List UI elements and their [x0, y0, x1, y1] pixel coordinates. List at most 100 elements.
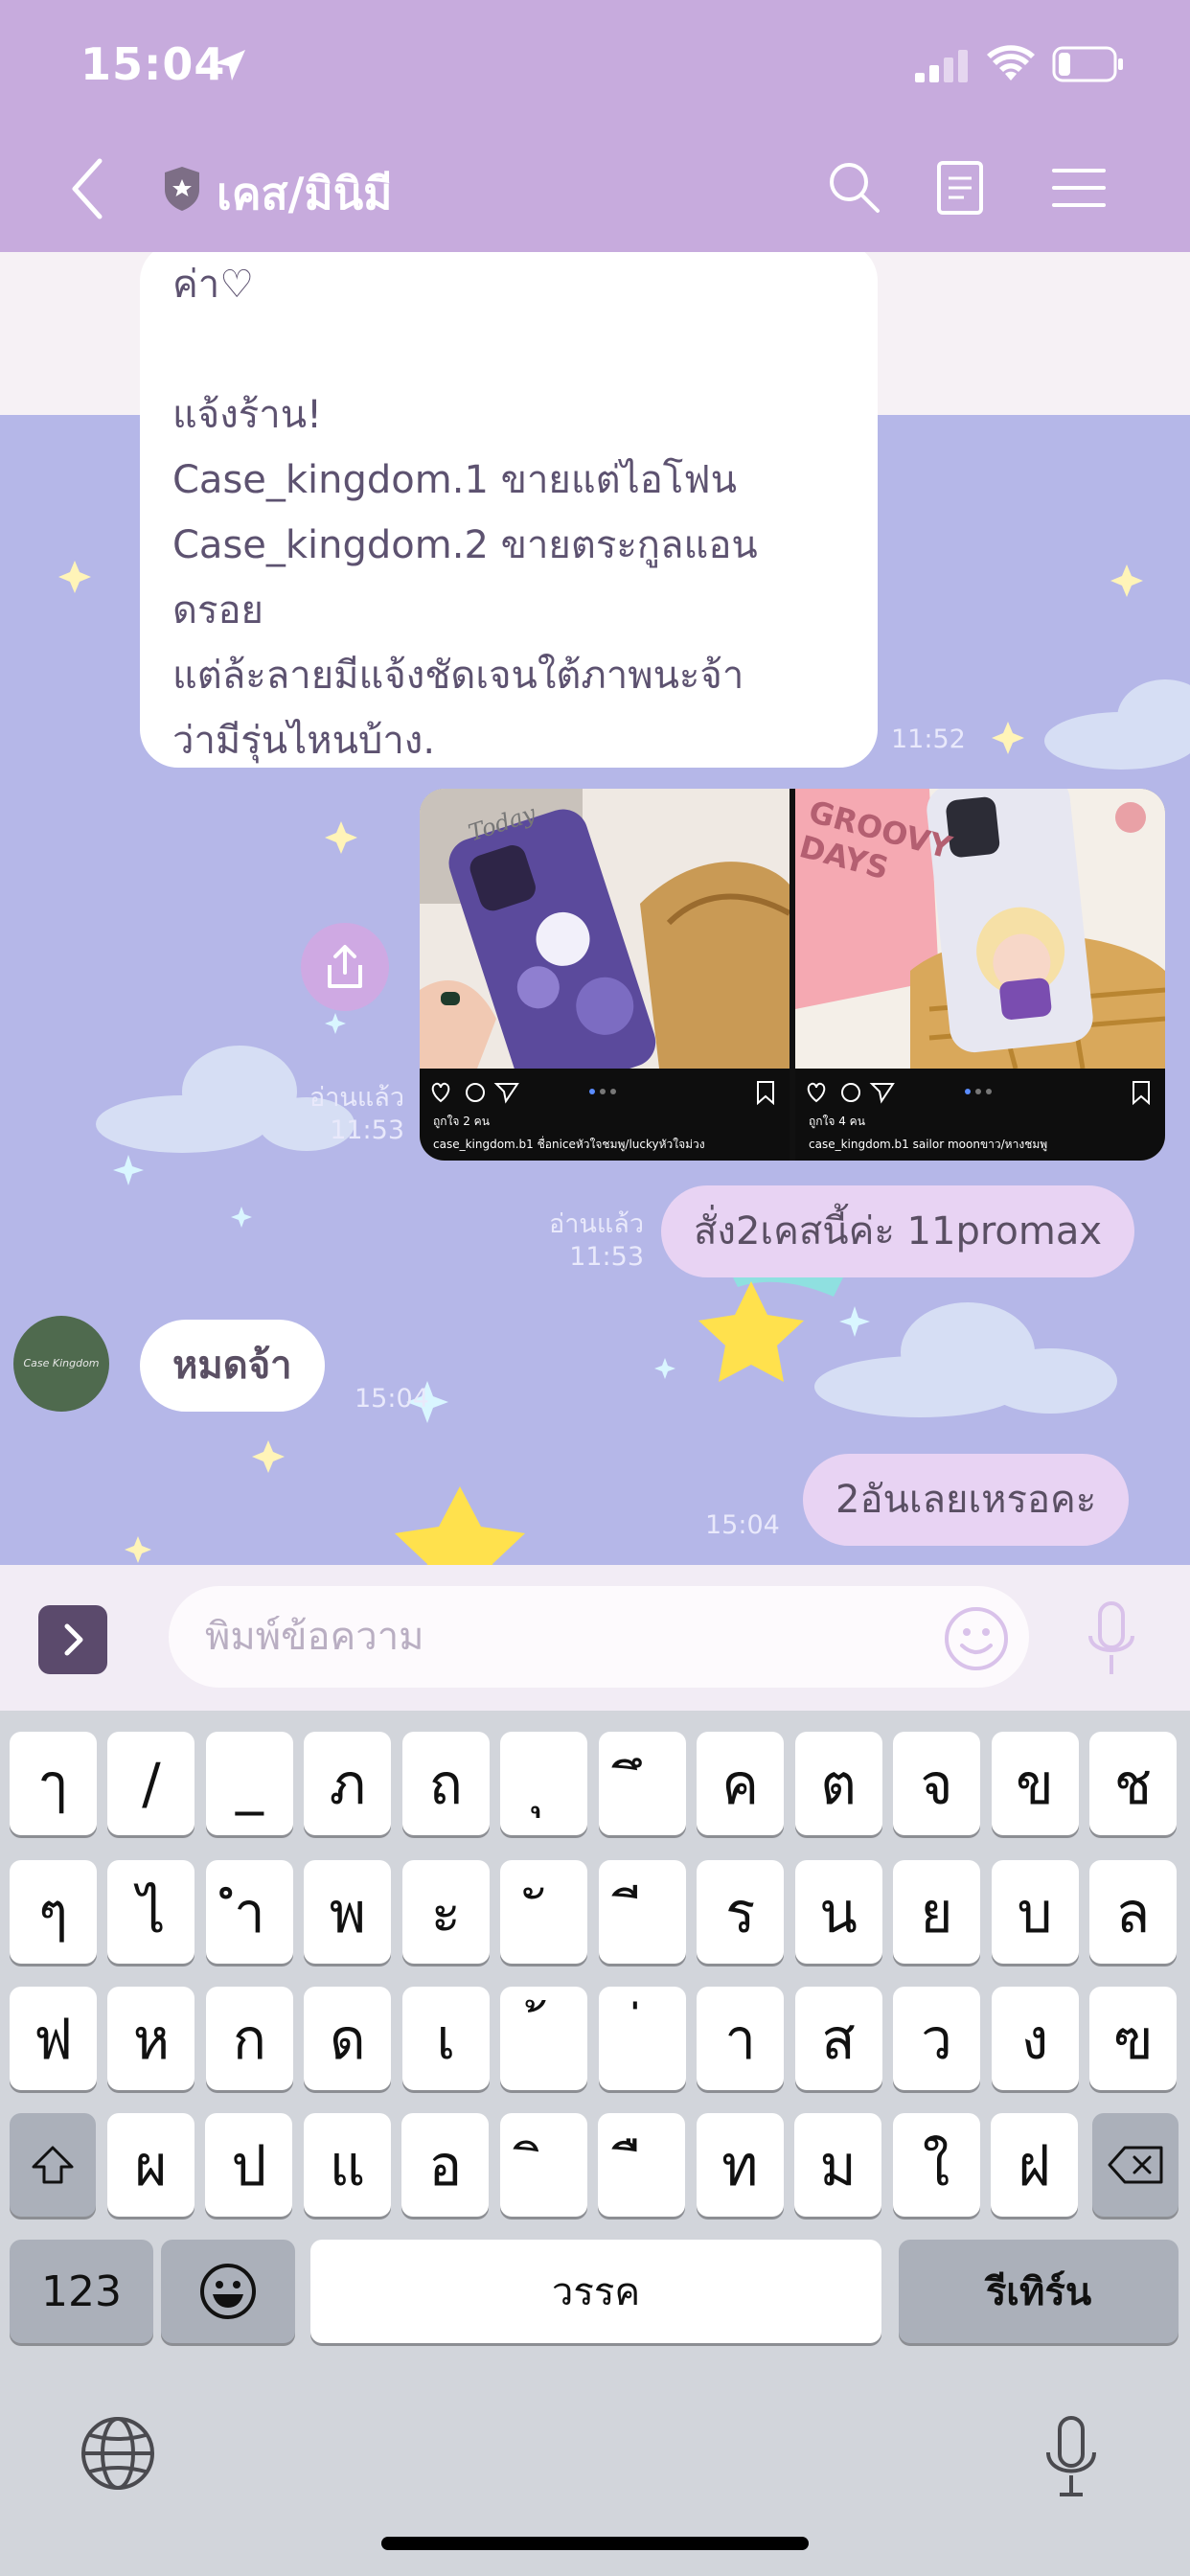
- instagram-actions-icon: [807, 1082, 895, 1104]
- incoming-message-text: ค่า♡ แจ้งร้าน! Case_kingdom.1 ขายแต่ไอโฟ…: [172, 263, 758, 763]
- key-row2-3[interactable]: พ: [304, 1860, 392, 1964]
- key-row4-6[interactable]: ท: [696, 2113, 784, 2217]
- status-time: 15:04: [80, 38, 226, 90]
- key-row1-4[interactable]: ถ: [401, 1732, 490, 1835]
- key-row2-8[interactable]: น: [794, 1860, 882, 1964]
- key-row2-1[interactable]: ไ: [107, 1860, 195, 1964]
- key-row3-7[interactable]: า: [697, 1987, 785, 2090]
- incoming-message-time: 11:52: [891, 724, 966, 754]
- shift-key[interactable]: [10, 2113, 96, 2217]
- return-key[interactable]: รีเทิร์น: [899, 2240, 1179, 2343]
- outgoing-1-read-receipt: อ่านแล้ว 11:53: [549, 1209, 644, 1272]
- carousel-dots-icon: [589, 1089, 616, 1094]
- share-icon: [328, 945, 362, 988]
- thai-keyboard: 123 วรรค รีเทิร์น ๅ/_ภถุึคตจขชๆไำพะัีรนย…: [0, 1711, 1190, 2576]
- outgoing-message-bubble[interactable]: สั่ง2เคสนี้ค่ะ 11promax: [661, 1185, 1135, 1277]
- key-row1-1[interactable]: /: [107, 1732, 195, 1835]
- case-photo-1[interactable]: Today ถูกใจ 2 คน case_kingdom.b1 ชื่อnic…: [420, 789, 790, 1161]
- menu-icon[interactable]: [1050, 159, 1108, 217]
- outgoing-2-time: 15:04: [705, 1510, 780, 1540]
- key-row4-4[interactable]: ิ: [499, 2113, 587, 2217]
- photo-1-likes: ถูกใจ 2 คน: [433, 1115, 490, 1128]
- dictation-mic-icon[interactable]: [1042, 2414, 1100, 2500]
- key-row4-7[interactable]: ม: [794, 2113, 882, 2217]
- key-row1-7[interactable]: ค: [697, 1732, 785, 1835]
- key-row2-11[interactable]: ล: [1088, 1860, 1177, 1964]
- key-row4-2[interactable]: แ: [303, 2113, 391, 2217]
- globe-icon[interactable]: [79, 2414, 157, 2493]
- instagram-actions-icon: [431, 1082, 519, 1104]
- key-row1-0[interactable]: ๅ: [10, 1732, 97, 1835]
- chat-area[interactable]: ค่า♡ แจ้งร้าน! Case_kingdom.1 ขายแต่ไอโฟ…: [0, 252, 1190, 1565]
- bookmark-icon: [757, 1081, 774, 1105]
- key-row2-10[interactable]: บ: [991, 1860, 1079, 1964]
- carousel-dots-icon: [965, 1089, 992, 1094]
- microphone-icon[interactable]: [1085, 1599, 1138, 1680]
- key-row2-6[interactable]: ี: [598, 1860, 686, 1964]
- avatar[interactable]: Case Kingdom: [13, 1316, 109, 1412]
- share-button[interactable]: [301, 923, 389, 1011]
- key-row2-7[interactable]: ร: [697, 1860, 785, 1964]
- case-photo-2[interactable]: GROOVY DAYS ถูกใจ 4 คน case_kingdom.b1 s…: [795, 789, 1165, 1161]
- key-row3-5[interactable]: ้: [500, 1987, 588, 2090]
- incoming-message-bubble-2[interactable]: หมดจ้า: [140, 1320, 325, 1412]
- key-row2-0[interactable]: ๆ: [10, 1860, 97, 1964]
- back-button[interactable]: [63, 155, 111, 222]
- bookmark-icon: [1133, 1081, 1150, 1105]
- photo-2-caption: case_kingdom.b1 sailor moonขาว/หางชมพู: [809, 1138, 1048, 1151]
- key-row1-6[interactable]: ึ: [598, 1732, 686, 1835]
- key-row1-2[interactable]: _: [205, 1732, 293, 1835]
- space-key[interactable]: วรรค: [310, 2240, 881, 2343]
- key-row3-6[interactable]: ่: [598, 1987, 686, 2090]
- key-row3-4[interactable]: เ: [401, 1987, 490, 2090]
- key-row1-3[interactable]: ภ: [304, 1732, 392, 1835]
- key-row3-9[interactable]: ว: [893, 1987, 981, 2090]
- key-row3-3[interactable]: ด: [304, 1987, 392, 2090]
- chat-header: 15:04 เคส/มินิมี: [0, 0, 1190, 252]
- message-input[interactable]: [169, 1586, 1029, 1688]
- key-row3-2[interactable]: ก: [205, 1987, 293, 2090]
- backspace-key[interactable]: [1092, 2113, 1179, 2217]
- photo-read-receipt: อ่านแล้ว 11:53: [309, 1083, 404, 1145]
- key-row1-9[interactable]: จ: [893, 1732, 981, 1835]
- chevron-right-icon: [64, 1623, 83, 1656]
- key-row2-4[interactable]: ะ: [401, 1860, 490, 1964]
- key-row4-8[interactable]: ใ: [892, 2113, 980, 2217]
- key-row3-0[interactable]: ฟ: [10, 1987, 97, 2090]
- battery-icon: [1052, 46, 1123, 82]
- key-row1-5[interactable]: ุ: [500, 1732, 588, 1835]
- emoji-icon[interactable]: [943, 1605, 1010, 1672]
- key-row4-0[interactable]: ผ: [107, 2113, 195, 2217]
- key-row2-2[interactable]: ำ: [205, 1860, 293, 1964]
- key-row1-11[interactable]: ช: [1088, 1732, 1177, 1835]
- key-row3-11[interactable]: ฃ: [1088, 1987, 1177, 2090]
- search-icon[interactable]: [826, 159, 883, 217]
- key-row4-1[interactable]: ป: [205, 2113, 293, 2217]
- wifi-icon: [987, 45, 1035, 80]
- photo-message[interactable]: Today ถูกใจ 2 คน case_kingdom.b1 ชื่อnic…: [420, 789, 1165, 1161]
- key-row3-1[interactable]: ห: [107, 1987, 195, 2090]
- key-row3-8[interactable]: ส: [794, 1987, 882, 2090]
- incoming-2-time: 15:04: [355, 1384, 429, 1414]
- home-indicator: [381, 2537, 809, 2550]
- key-row3-10[interactable]: ง: [991, 1987, 1079, 2090]
- notes-icon[interactable]: [931, 159, 989, 217]
- key-row4-3[interactable]: อ: [401, 2113, 490, 2217]
- shield-star-icon: [165, 167, 199, 211]
- key-row4-5[interactable]: ื: [598, 2113, 686, 2217]
- outgoing-message-bubble-2[interactable]: 2อันเลยเหรอคะ: [803, 1454, 1130, 1546]
- location-arrow-icon: [215, 50, 245, 80]
- numbers-key[interactable]: 123: [10, 2240, 153, 2343]
- key-row2-9[interactable]: ย: [893, 1860, 981, 1964]
- backspace-icon: [1108, 2146, 1163, 2184]
- expand-menu-button[interactable]: [38, 1605, 107, 1674]
- photo-1-caption: case_kingdom.b1 ชื่อniceหัวใจชมพู/luckyห…: [433, 1138, 705, 1151]
- key-row2-5[interactable]: ั: [500, 1860, 588, 1964]
- key-row1-10[interactable]: ข: [991, 1732, 1079, 1835]
- instagram-bar-1: ถูกใจ 2 คน case_kingdom.b1 ชื่อniceหัวใจ…: [420, 1069, 790, 1161]
- incoming-message-bubble[interactable]: ค่า♡ แจ้งร้าน! Case_kingdom.1 ขายแต่ไอโฟ…: [140, 252, 878, 768]
- photo-2-likes: ถูกใจ 4 คน: [809, 1115, 865, 1128]
- key-row1-8[interactable]: ต: [794, 1732, 882, 1835]
- emoji-key[interactable]: [161, 2240, 295, 2343]
- key-row4-9[interactable]: ฝ: [991, 2113, 1079, 2217]
